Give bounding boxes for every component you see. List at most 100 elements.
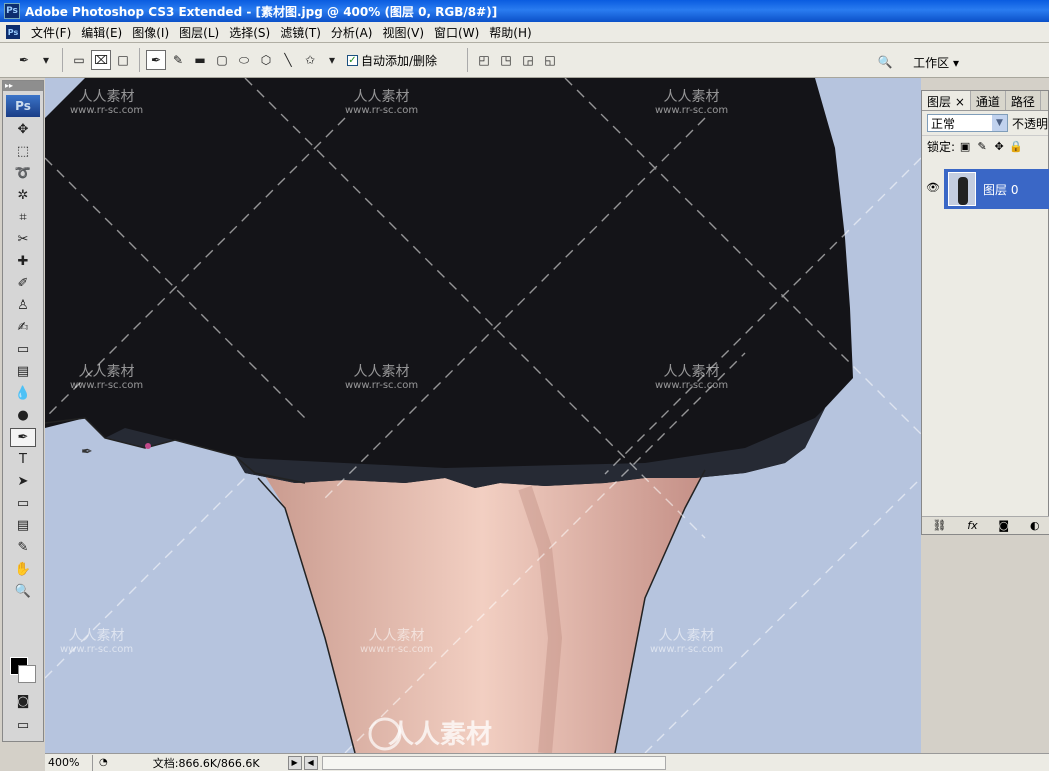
status-bar: 400% ◔ 文档:866.6K/866.6K ▶ ◀ — [45, 753, 1049, 771]
zoom-level[interactable]: 400% — [45, 754, 93, 771]
intersect-path-area-icon[interactable]: ◲ — [518, 50, 538, 70]
auto-add-delete-label: 自动添加/删除 — [361, 53, 438, 68]
polygon-icon[interactable]: ⬡ — [256, 50, 276, 70]
history-brush-tool-icon[interactable]: ✍ — [10, 318, 36, 337]
background-color-swatch[interactable] — [18, 665, 36, 683]
canvas-image: ✒ 人人素材 — [45, 78, 921, 753]
pen-preset-icon[interactable]: ✒ — [14, 50, 34, 70]
freeform-pen-icon[interactable]: ✎ — [168, 50, 188, 70]
lock-pixels-icon[interactable]: ✎ — [975, 140, 989, 153]
line-icon[interactable]: ╲ — [278, 50, 298, 70]
notes-tool-icon[interactable]: ▤ — [10, 516, 36, 535]
rounded-rectangle-icon[interactable]: ▢ — [212, 50, 232, 70]
move-tool-icon[interactable]: ✥ — [10, 120, 36, 139]
menu-help[interactable]: 帮助(H) — [484, 24, 536, 41]
link-icon[interactable]: ⛓ — [932, 519, 946, 532]
separator — [139, 48, 140, 72]
pen-cursor-icon: ✒ — [81, 444, 93, 460]
menu-window[interactable]: 窗口(W) — [429, 24, 484, 41]
layer-name: 图层 0 — [983, 182, 1019, 197]
custom-shape-icon[interactable]: ✩ — [300, 50, 320, 70]
bridge-icon[interactable]: 🔍 — [875, 52, 895, 72]
rectangle-icon[interactable]: ▬ — [190, 50, 210, 70]
blend-row: 正常 ▼ 不透明 — [922, 111, 1048, 135]
opacity-label: 不透明 — [1011, 116, 1048, 131]
layer-row[interactable]: 图层 0 — [944, 169, 1049, 209]
brush-tool-icon[interactable]: ✐ — [10, 274, 36, 293]
menu-image[interactable]: 图像(I) — [127, 24, 174, 41]
blur-tool-icon[interactable]: 💧 — [10, 384, 36, 403]
marquee-tool-icon[interactable]: ⬚ — [10, 142, 36, 161]
rectangle-tool-icon[interactable]: ▭ — [10, 494, 36, 513]
menu-filter[interactable]: 滤镜(T) — [275, 24, 326, 41]
fx-icon[interactable]: fx — [967, 519, 977, 532]
ps-logo[interactable]: Ps — [6, 95, 40, 117]
gradient-tool-icon[interactable]: ▤ — [10, 362, 36, 381]
menu-view[interactable]: 视图(V) — [377, 24, 429, 41]
lock-all-icon[interactable]: 🔒 — [1009, 140, 1023, 153]
shape-layers-icon[interactable]: ▭ — [69, 50, 89, 70]
tab-paths[interactable]: 路径 — [1006, 91, 1041, 110]
lock-position-icon[interactable]: ✥ — [992, 140, 1006, 153]
layer-thumbnail — [948, 172, 976, 206]
exclude-path-area-icon[interactable]: ◱ — [540, 50, 560, 70]
pen-tool-icon[interactable]: ✒ — [10, 428, 36, 447]
title-bar: Ps Adobe Photoshop CS3 Extended - [素材图.j… — [0, 0, 1049, 22]
panel-tabs: 图层 × 通道 路径 — [922, 91, 1048, 111]
add-path-area-icon[interactable]: ◰ — [474, 50, 494, 70]
hand-tool-icon[interactable]: ✋ — [10, 560, 36, 579]
menu-layer[interactable]: 图层(L) — [174, 24, 224, 41]
tab-layers[interactable]: 图层 × — [922, 91, 971, 110]
geometry-options-icon[interactable]: ▾ — [322, 50, 342, 70]
quick-mask-icon[interactable]: ◙ — [10, 692, 36, 711]
status-preview-icon[interactable]: ◔ — [99, 757, 108, 768]
tab-channels[interactable]: 通道 — [971, 91, 1006, 110]
menu-select[interactable]: 选择(S) — [224, 24, 275, 41]
eraser-tool-icon[interactable]: ▭ — [10, 340, 36, 359]
legs-shape — [260, 468, 705, 753]
pen-tool-icon[interactable]: ✒ — [146, 50, 166, 70]
blend-mode-value: 正常 — [931, 116, 956, 131]
menu-analysis[interactable]: 分析(A) — [326, 24, 378, 41]
type-tool-icon[interactable]: T — [10, 450, 36, 469]
scroll-left-icon[interactable]: ◀ — [303, 755, 318, 770]
toolbox-header[interactable]: ▸▸ — [3, 81, 43, 91]
workspace-controls: 🔍 工作区 ▾ — [874, 52, 959, 72]
separator — [62, 48, 63, 72]
zoom-tool-icon[interactable]: 🔍 — [10, 582, 36, 601]
ps-menu-icon[interactable]: Ps — [6, 25, 20, 39]
paths-mode-icon[interactable]: ⌧ — [91, 50, 111, 70]
clone-stamp-tool-icon[interactable]: ♙ — [10, 296, 36, 315]
auto-add-delete-checkbox[interactable]: ✓ 自动添加/删除 — [347, 52, 437, 69]
checkbox-checked-icon[interactable]: ✓ — [347, 54, 358, 66]
horizontal-scrollbar[interactable] — [321, 755, 666, 770]
menu-edit[interactable]: 编辑(E) — [76, 24, 127, 41]
blend-mode-select[interactable]: 正常 ▼ — [927, 114, 1008, 132]
path-selection-tool-icon[interactable]: ➤ — [10, 472, 36, 491]
adjustment-icon[interactable]: ◐ — [1030, 519, 1040, 532]
healing-brush-tool-icon[interactable]: ✚ — [10, 252, 36, 271]
chevron-down-icon[interactable]: ▼ — [991, 115, 1007, 131]
document-canvas[interactable]: ✒ 人人素材 人人素材 www.rr-sc.com 人人素材 www.rr-sc.c… — [45, 78, 921, 753]
fill-pixels-icon[interactable]: □ — [113, 50, 133, 70]
lasso-tool-icon[interactable]: ➰ — [10, 164, 36, 183]
lock-transparency-icon[interactable]: ▣ — [958, 140, 972, 153]
subtract-path-area-icon[interactable]: ◳ — [496, 50, 516, 70]
eyedropper-tool-icon[interactable]: ✎ — [10, 538, 36, 557]
ellipse-icon[interactable]: ⬭ — [234, 50, 254, 70]
menu-file[interactable]: 文件(F) — [26, 24, 76, 41]
visibility-eye-icon[interactable]: 👁 — [926, 181, 940, 194]
preset-dropdown-icon[interactable]: ▾ — [36, 50, 56, 70]
slice-tool-icon[interactable]: ✂ — [10, 230, 36, 249]
crop-tool-icon[interactable]: ⌗ — [10, 208, 36, 227]
magic-wand-tool-icon[interactable]: ✲ — [10, 186, 36, 205]
path-anchor — [145, 443, 151, 449]
lock-row: 锁定: ▣ ✎ ✥ 🔒 — [922, 135, 1048, 157]
panel-footer: ⛓ fx ◙ ◐ — [922, 516, 1049, 534]
mask-icon[interactable]: ◙ — [998, 519, 1009, 532]
separator — [467, 48, 469, 72]
screen-mode-icon[interactable]: ▭ — [10, 716, 36, 735]
status-menu-arrow-icon[interactable]: ▶ — [287, 755, 302, 770]
dodge-tool-icon[interactable]: ● — [10, 406, 36, 425]
workspace-button[interactable]: 工作区 ▾ — [913, 54, 959, 71]
